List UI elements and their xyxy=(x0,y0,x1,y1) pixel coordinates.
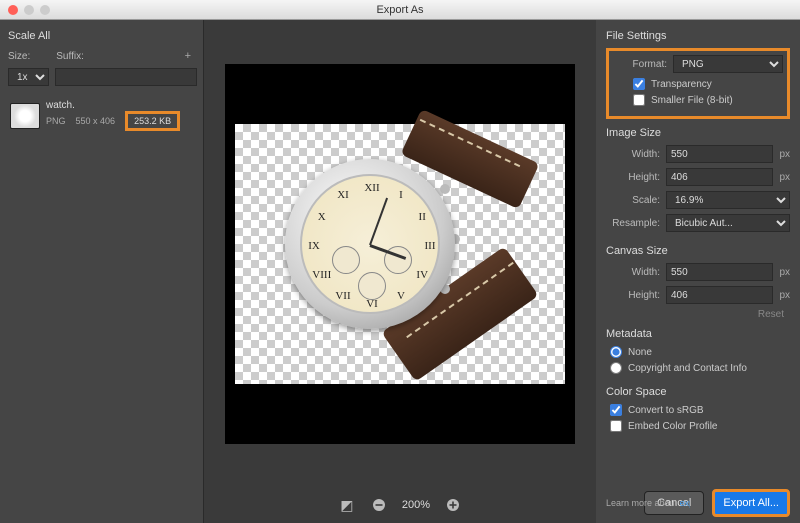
cv-height-unit: px xyxy=(779,290,790,301)
img-scale-label: Scale: xyxy=(606,195,660,206)
asset-filesize: 253.2 KB xyxy=(125,111,180,131)
cv-height-input[interactable] xyxy=(666,286,773,304)
metadata-title: Metadata xyxy=(606,328,790,340)
window-title: Export As xyxy=(0,4,800,16)
convert-srgb-label: Convert to sRGB xyxy=(628,405,704,416)
preview-panel: XIIIIIIIIIVVVIVIIVIIIIXXXI ◩ 200% xyxy=(204,20,596,523)
watch-image: XIIIIIIIIIVVVIVIIVIIIIXXXI xyxy=(235,124,565,384)
asset-format: PNG xyxy=(46,116,66,126)
suffix-label: Suffix: xyxy=(56,51,84,62)
transparency-label: Transparency xyxy=(651,79,712,90)
numeral-V: V xyxy=(397,290,405,302)
resample-label: Resample: xyxy=(606,218,660,229)
left-panel: Scale All Size: Suffix: + 1x watch. PNG … xyxy=(0,20,204,523)
numeral-IV: IV xyxy=(416,269,428,281)
smaller-file-checkbox[interactable] xyxy=(633,94,645,106)
add-size-button[interactable]: + xyxy=(181,50,195,62)
metadata-none-radio[interactable] xyxy=(610,346,622,358)
cv-width-unit: px xyxy=(779,267,790,278)
learn-more-text: Learn more about export o xyxy=(606,498,690,508)
scale-all-label: Scale All xyxy=(8,30,195,42)
format-select[interactable]: PNG xyxy=(673,55,783,73)
img-width-label: Width: xyxy=(606,149,660,160)
size-label: Size: xyxy=(8,51,30,62)
transparency-checker: XIIIIIIIIIVVVIVIIVIIIIXXXI xyxy=(235,124,565,384)
size-select[interactable]: 1x xyxy=(8,68,49,86)
img-height-unit: px xyxy=(779,172,790,183)
numeral-III: III xyxy=(425,240,436,252)
window-titlebar: Export As xyxy=(0,0,800,20)
convert-srgb-checkbox[interactable] xyxy=(610,404,622,416)
zoom-value: 200% xyxy=(402,499,430,511)
cv-width-label: Width: xyxy=(606,267,660,278)
resample-select[interactable]: Bicubic Aut... xyxy=(666,214,790,232)
numeral-XI: XI xyxy=(337,189,349,201)
reset-button[interactable]: Reset xyxy=(758,309,784,320)
numeral-VI: VI xyxy=(366,298,378,310)
asset-name: watch. xyxy=(46,100,193,111)
cv-height-label: Height: xyxy=(606,290,660,301)
numeral-IX: IX xyxy=(308,240,320,252)
zoom-toolbar: ◩ 200% xyxy=(204,487,596,523)
zoom-in-button[interactable] xyxy=(444,496,462,514)
numeral-XII: XII xyxy=(364,182,379,194)
embed-profile-checkbox[interactable] xyxy=(610,420,622,432)
minimize-window-button[interactable] xyxy=(24,5,34,15)
close-window-button[interactable] xyxy=(8,5,18,15)
metadata-none-label: None xyxy=(628,347,652,358)
img-scale-select[interactable]: 16.9% xyxy=(666,191,790,209)
img-height-input[interactable] xyxy=(666,168,773,186)
export-all-button[interactable]: Export All... xyxy=(712,489,790,517)
img-width-unit: px xyxy=(779,149,790,160)
numeral-VIII: VIII xyxy=(312,269,331,281)
traffic-lights xyxy=(8,5,50,15)
numeral-II: II xyxy=(419,211,426,223)
numeral-X: X xyxy=(318,211,326,223)
zoom-out-button[interactable] xyxy=(370,496,388,514)
right-panel: File Settings Format: PNG Transparency S… xyxy=(596,20,800,523)
cv-width-input[interactable] xyxy=(666,263,773,281)
file-settings-title: File Settings xyxy=(606,30,790,42)
file-settings-highlight: Format: PNG Transparency Smaller File (8… xyxy=(606,48,790,119)
numeral-I: I xyxy=(399,189,403,201)
metadata-copyright-label: Copyright and Contact Info xyxy=(628,363,747,374)
metadata-copyright-radio[interactable] xyxy=(610,362,622,374)
smaller-file-label: Smaller File (8-bit) xyxy=(651,95,733,106)
asset-dimensions: 550 x 406 xyxy=(76,116,116,126)
img-height-label: Height: xyxy=(606,172,660,183)
canvas-size-title: Canvas Size xyxy=(606,245,790,257)
embed-profile-label: Embed Color Profile xyxy=(628,421,717,432)
asset-row[interactable]: watch. PNG 550 x 406 253.2 KB xyxy=(8,96,195,135)
asset-thumbnail xyxy=(10,103,40,129)
fit-screen-icon[interactable]: ◩ xyxy=(338,496,356,514)
suffix-input[interactable] xyxy=(55,68,197,86)
preview-canvas: XIIIIIIIIIVVVIVIIVIIIIXXXI xyxy=(225,64,575,444)
color-space-title: Color Space xyxy=(606,386,790,398)
zoom-window-button[interactable] xyxy=(40,5,50,15)
learn-more-link[interactable]: export o xyxy=(680,498,690,508)
numeral-VII: VII xyxy=(335,290,350,302)
transparency-checkbox[interactable] xyxy=(633,78,645,90)
img-width-input[interactable] xyxy=(666,145,773,163)
image-size-title: Image Size xyxy=(606,127,790,139)
format-label: Format: xyxy=(613,59,667,70)
